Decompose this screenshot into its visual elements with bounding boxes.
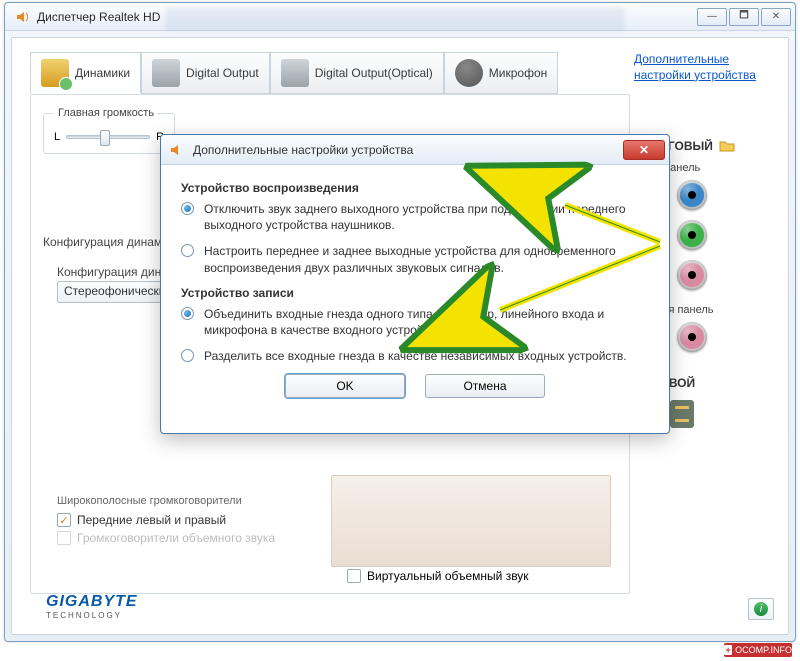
tab-label: Digital Output <box>186 66 259 80</box>
jack-front-pink[interactable] <box>677 322 707 352</box>
radio-record-merge[interactable] <box>181 307 194 320</box>
checkbox-surround <box>57 531 71 545</box>
dialog-close-button[interactable]: ✕ <box>623 140 665 160</box>
blurred-overlay <box>165 7 625 31</box>
record-option-1[interactable]: Объединить входные гнезда одного типа, н… <box>181 306 649 338</box>
tab-microphone[interactable]: Микрофон <box>444 52 558 94</box>
radio-label: Разделить все входные гнезда в качестве … <box>204 348 627 364</box>
radio-record-split[interactable] <box>181 349 194 362</box>
advanced-settings-dialog: Дополнительные настройки устройства ✕ Ус… <box>160 134 670 434</box>
speaker-stage-graphic <box>331 475 611 567</box>
checkbox-virtual-surround[interactable] <box>347 569 361 583</box>
brand-text: GIGABYTE <box>46 593 138 610</box>
microphone-icon <box>455 59 483 87</box>
radio-label: Настроить переднее и заднее выходные уст… <box>204 243 649 275</box>
cancel-button[interactable]: Отмена <box>425 374 545 398</box>
speakers-icon <box>41 59 69 87</box>
tab-label: Микрофон <box>489 66 547 80</box>
radio-label: Объединить входные гнезда одного типа, н… <box>204 306 649 338</box>
folder-icon[interactable] <box>719 138 735 154</box>
checkbox-front-lr[interactable]: ✓ <box>57 513 71 527</box>
jack-green[interactable] <box>677 220 707 250</box>
speaker-icon <box>169 142 185 158</box>
dialog-title: Дополнительные настройки устройства <box>193 143 413 157</box>
dialog-body: Устройство воспроизведения Отключить зву… <box>161 165 669 412</box>
window-title: Диспетчер Realtek HD <box>37 10 160 24</box>
spdif-icon[interactable] <box>670 400 694 428</box>
info-icon: i <box>754 602 768 616</box>
advanced-settings-link[interactable]: Дополнительные настройки устройства <box>634 52 764 83</box>
radio-playback-mute-rear[interactable] <box>181 202 194 215</box>
digital-output-icon <box>152 59 180 87</box>
main-volume-group: Главная громкость L R <box>43 107 175 154</box>
ok-button[interactable]: OK <box>285 374 405 398</box>
virtual-surround-label: Виртуальный объемный звук <box>367 569 529 583</box>
watermark-text: OCOMP.INFO <box>735 645 792 655</box>
balance-slider[interactable] <box>66 135 150 139</box>
playback-option-1[interactable]: Отключить звук заднего выходного устройс… <box>181 201 649 233</box>
tab-digital-output-optical[interactable]: Digital Output(Optical) <box>270 52 444 94</box>
checkbox-row-front: ✓ Передние левый и правый <box>57 513 275 527</box>
jack-pink[interactable] <box>677 260 707 290</box>
checkbox-surround-label: Громкоговорители объемного звука <box>77 531 275 545</box>
tab-digital-output[interactable]: Digital Output <box>141 52 270 94</box>
window-buttons: — 🗖 ✕ <box>695 8 791 26</box>
brand-subtext: TECHNOLOGY <box>46 611 138 620</box>
tab-speakers[interactable]: Динамики <box>30 52 141 94</box>
fullrange-title: Широкополосные громкоговорители <box>57 495 275 507</box>
device-tabs: Динамики Digital Output Digital Output(O… <box>30 52 558 94</box>
tab-label: Digital Output(Optical) <box>315 66 433 80</box>
radio-playback-separate[interactable] <box>181 244 194 257</box>
virtual-surround-row: Виртуальный объемный звук <box>347 569 529 583</box>
playback-option-2[interactable]: Настроить переднее и заднее выходные уст… <box>181 243 649 275</box>
jack-blue[interactable] <box>677 180 707 210</box>
optical-icon <box>281 59 309 87</box>
balance-left-label: L <box>54 131 60 143</box>
minimize-button[interactable]: — <box>697 8 727 26</box>
watermark-badge: OCOMP.INFO <box>724 643 792 657</box>
info-button[interactable]: i <box>748 598 774 620</box>
maximize-button[interactable]: 🗖 <box>729 8 759 26</box>
playback-section-title: Устройство воспроизведения <box>181 181 649 195</box>
radio-label: Отключить звук заднего выходного устройс… <box>204 201 649 233</box>
fullrange-speakers-group: Широкополосные громкоговорители ✓ Передн… <box>57 495 275 549</box>
record-option-2[interactable]: Разделить все входные гнезда в качестве … <box>181 348 649 364</box>
close-button[interactable]: ✕ <box>761 8 791 26</box>
brand-logo: GIGABYTE TECHNOLOGY <box>46 593 138 620</box>
dialog-buttons: OK Отмена <box>181 374 649 398</box>
main-volume-legend: Главная громкость <box>54 107 158 119</box>
speaker-icon <box>15 9 31 25</box>
speaker-config-section: Конфигурация динамик <box>43 235 174 249</box>
tab-label: Динамики <box>75 66 130 80</box>
checkbox-front-label: Передние левый и правый <box>77 513 226 527</box>
dialog-titlebar[interactable]: Дополнительные настройки устройства ✕ <box>161 135 669 165</box>
record-section-title: Устройство записи <box>181 286 649 300</box>
checkbox-row-surround: Громкоговорители объемного звука <box>57 531 275 545</box>
